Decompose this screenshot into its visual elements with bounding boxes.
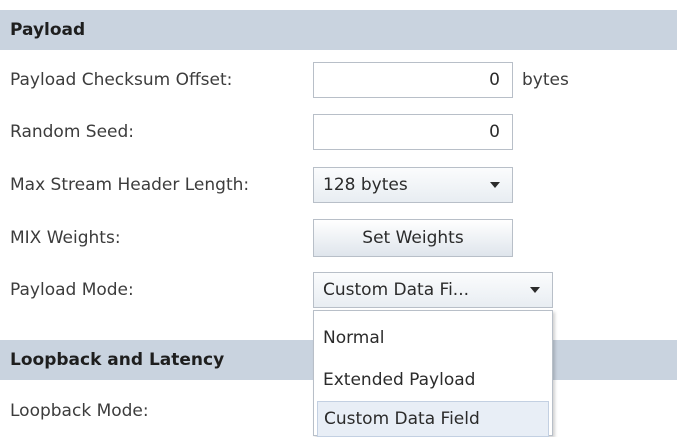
mix-weights-label: MIX Weights: [10,228,121,248]
dropdown-option-extended-payload[interactable]: Extended Payload [317,362,549,398]
checksum-offset-label: Payload Checksum Offset: [10,70,233,90]
payload-mode-dropdown-list: Normal Extended Payload Custom Data Fiel… [313,310,553,437]
set-weights-button[interactable]: Set Weights [313,219,513,257]
random-seed-input[interactable]: 0 [313,114,513,150]
dropdown-option-custom-data-field[interactable]: Custom Data Field [317,401,549,437]
section-title: Payload [10,20,86,40]
loopback-mode-label: Loopback Mode: [10,401,149,421]
max-stream-header-select[interactable]: 128 bytes [313,167,513,203]
dropdown-option-normal[interactable]: Normal [317,320,549,356]
bytes-units-label: bytes [522,70,569,90]
chevron-down-icon [490,182,500,188]
random-seed-value: 0 [489,122,500,142]
max-stream-header-label: Max Stream Header Length: [10,175,250,195]
random-seed-label: Random Seed: [10,122,135,142]
checksum-offset-input[interactable]: 0 [313,62,513,98]
payload-mode-select[interactable]: Custom Data Fi... [313,272,553,308]
chevron-down-icon [530,287,540,293]
section-title: Loopback and Latency [10,350,225,370]
section-header-payload: Payload [0,10,677,50]
max-stream-header-value: 128 bytes [323,175,408,195]
checksum-offset-value: 0 [489,70,500,90]
set-weights-label: Set Weights [362,228,464,248]
payload-mode-value: Custom Data Fi... [323,280,470,300]
payload-mode-label: Payload Mode: [10,280,134,300]
